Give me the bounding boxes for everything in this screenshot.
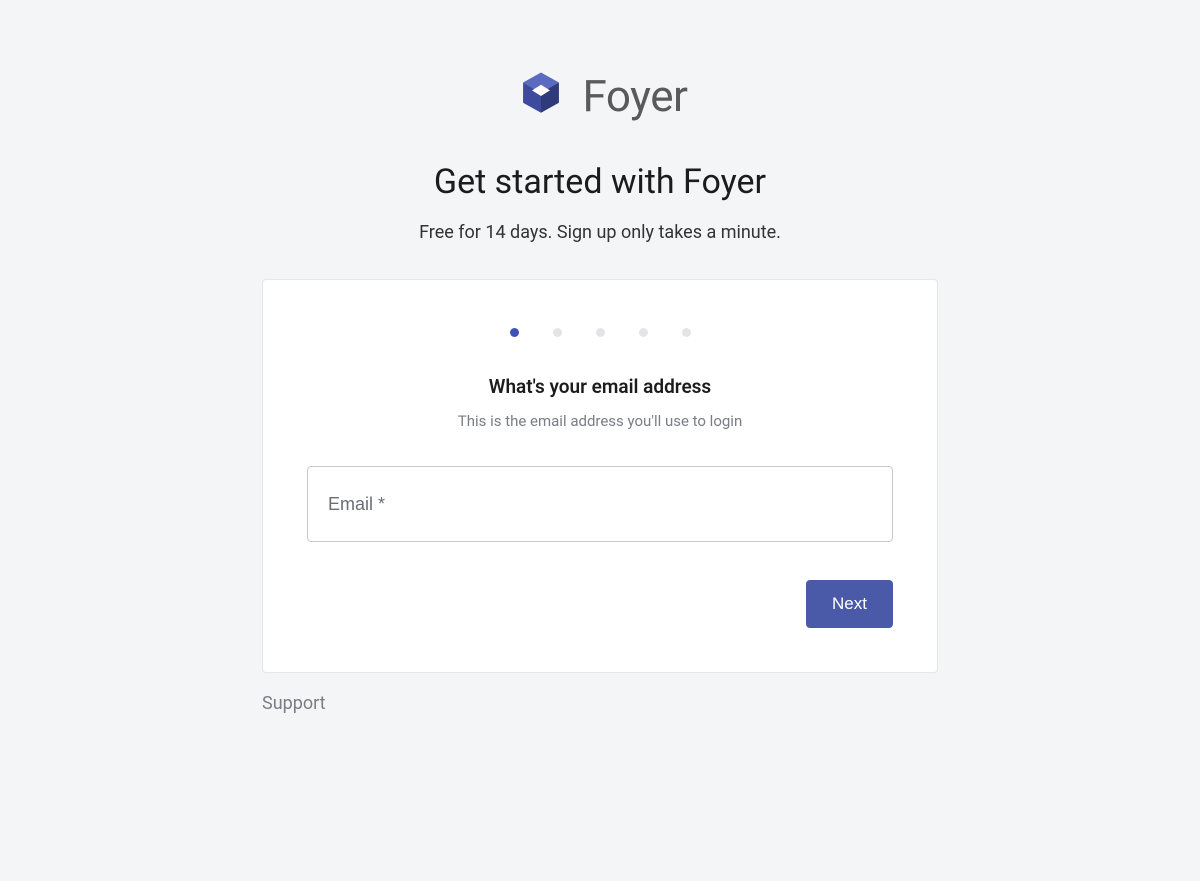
signup-container: Foyer Get started with Foyer Free for 14… — [0, 0, 1200, 714]
button-row: Next — [307, 580, 893, 628]
page-subtitle: Free for 14 days. Sign up only takes a m… — [419, 222, 781, 243]
brand-name: Foyer — [583, 70, 688, 122]
step-dot-1 — [510, 328, 519, 337]
email-field[interactable] — [307, 466, 893, 542]
step-subtitle: This is the email address you'll use to … — [458, 412, 742, 430]
step-dot-2 — [553, 328, 562, 337]
support-link[interactable]: Support — [262, 693, 326, 714]
signup-card: What's your email address This is the em… — [262, 279, 938, 673]
step-title: What's your email address — [489, 375, 711, 398]
footer-row: Support — [262, 693, 938, 714]
brand-logo-row: Foyer — [513, 68, 688, 124]
step-dot-5 — [682, 328, 691, 337]
next-button[interactable]: Next — [806, 580, 893, 628]
progress-stepper — [510, 328, 691, 337]
page-title: Get started with Foyer — [434, 162, 766, 202]
step-dot-4 — [639, 328, 648, 337]
step-dot-3 — [596, 328, 605, 337]
foyer-logo-icon — [513, 68, 569, 124]
